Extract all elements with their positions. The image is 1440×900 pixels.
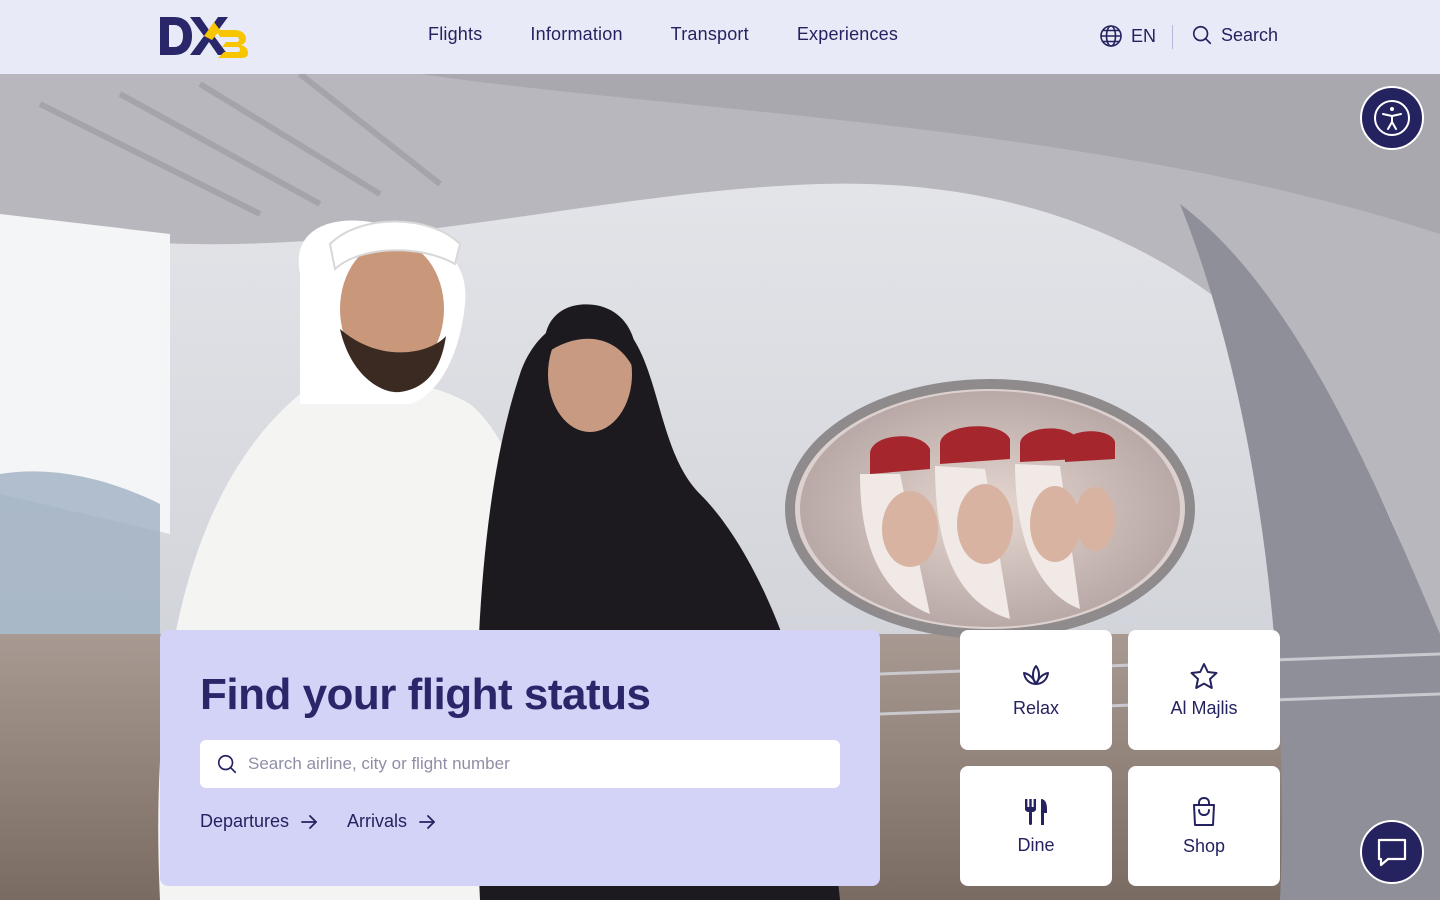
tile-relax[interactable]: Relax xyxy=(960,630,1112,750)
tile-relax-label: Relax xyxy=(1012,697,1060,718)
flight-status-title: Find your flight status xyxy=(200,670,651,719)
search-icon xyxy=(1192,25,1212,45)
chat-icon xyxy=(1377,838,1407,867)
arrivals-label: Arrivals xyxy=(347,811,408,831)
tile-dine[interactable]: Dine xyxy=(960,766,1112,886)
arrivals-link[interactable]: Arrivals xyxy=(347,811,437,832)
arrow-right-icon xyxy=(419,814,435,829)
tile-al-majlis[interactable]: Al Majlis xyxy=(1128,630,1280,750)
nav-experiences[interactable]: Experiences xyxy=(797,24,898,45)
flight-status-links: Departures Arrivals xyxy=(200,811,437,832)
tile-dine-label: Dine xyxy=(1017,834,1055,855)
flight-status-card: Find your flight status Departures Arriv… xyxy=(160,630,880,886)
search-icon xyxy=(217,754,237,774)
language-selector[interactable]: EN xyxy=(1099,24,1156,48)
language-label: EN xyxy=(1131,25,1157,46)
search-label: Search xyxy=(1221,24,1279,45)
nav-information[interactable]: Information xyxy=(530,24,622,45)
departures-link[interactable]: Departures xyxy=(200,811,319,832)
site-header: Flights Information Transport Experience… xyxy=(0,0,1440,74)
tile-shop-label: Shop xyxy=(1182,835,1226,856)
departures-label: Departures xyxy=(200,811,290,831)
star-icon xyxy=(1190,662,1218,689)
header-divider xyxy=(1172,25,1173,49)
lotus-icon xyxy=(1023,664,1049,685)
shopping-bag-icon xyxy=(1193,796,1215,826)
tile-al-majlis-label: Al Majlis xyxy=(1170,697,1238,718)
chat-button[interactable] xyxy=(1360,820,1424,884)
flight-search-box[interactable] xyxy=(200,740,840,788)
nav-transport[interactable]: Transport xyxy=(671,24,749,45)
nav-flights[interactable]: Flights xyxy=(428,24,482,45)
header-search-button[interactable]: Search xyxy=(1191,24,1278,46)
flight-search-input[interactable] xyxy=(248,754,808,774)
tile-shop[interactable]: Shop xyxy=(1128,766,1280,886)
accessibility-icon xyxy=(1374,100,1410,136)
accessibility-button[interactable] xyxy=(1360,86,1424,150)
dxb-logo[interactable] xyxy=(160,16,250,58)
fork-knife-icon xyxy=(1025,798,1047,825)
main-nav: Flights Information Transport Experience… xyxy=(428,24,898,45)
globe-icon xyxy=(1100,25,1122,47)
arrow-right-icon xyxy=(301,814,317,829)
